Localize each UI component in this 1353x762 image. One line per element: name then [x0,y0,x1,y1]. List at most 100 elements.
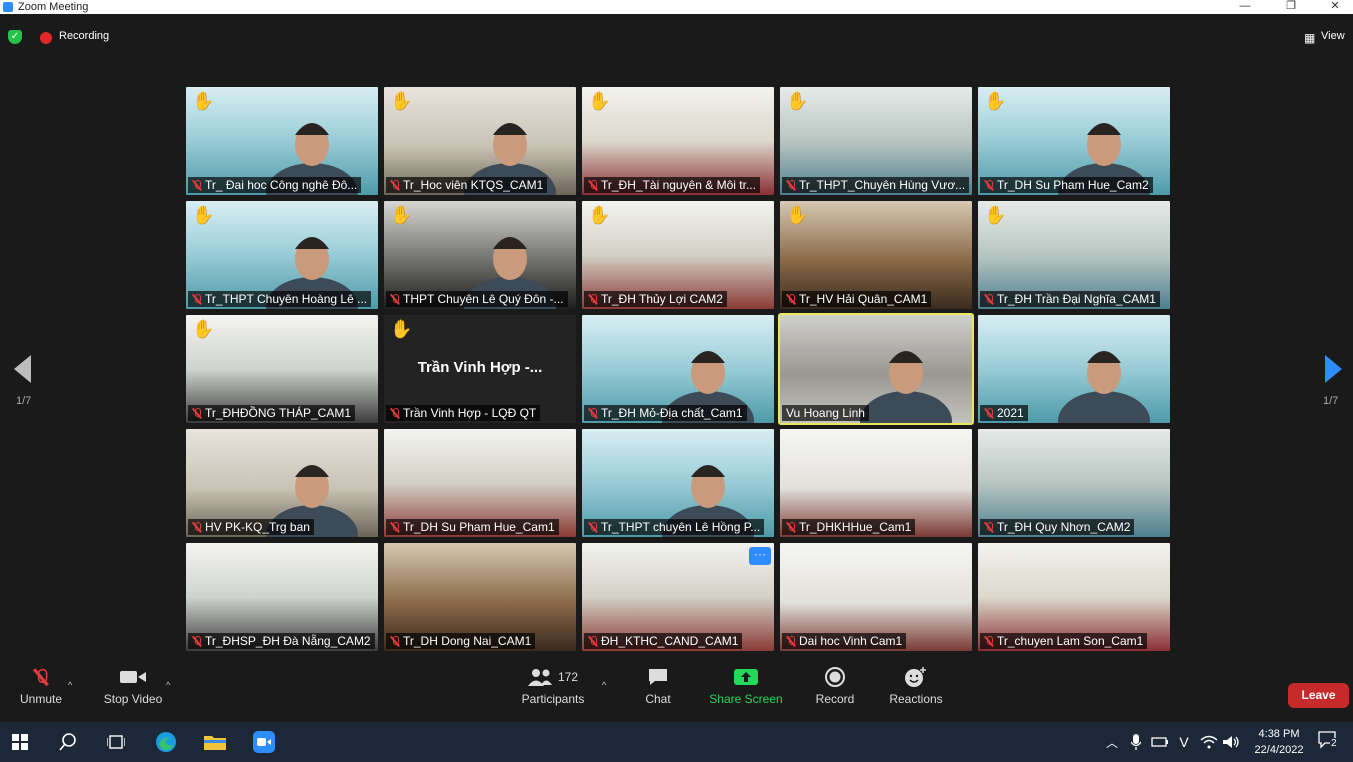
reactions-label: Reactions [889,692,943,706]
audio-options-caret-icon[interactable]: ^ [68,680,72,690]
microphone-icon[interactable] [1124,730,1148,754]
muted-mic-icon [786,635,796,647]
vpn-icon[interactable]: V [1172,730,1196,754]
participant-name-label: HV PK-KQ_Trg ban [188,519,314,535]
raised-hand-icon: ✋ [390,319,413,339]
tile-more-options-button[interactable]: ··· [749,547,771,565]
video-tile[interactable]: Tr_ĐHSP_ĐH Đà Nẵng_CAM2 [186,543,378,651]
video-tile[interactable]: Tr_DH Dong Nai_CAM1 [384,543,576,651]
participants-button[interactable]: 172 Participants [518,662,588,722]
participant-name: Tr_THPT chuyên Lê Hồng P... [601,520,761,534]
zoom-app-icon[interactable] [252,730,276,754]
video-tile[interactable]: ✋ Tr_ĐH_Tài nguyên & Môi tr... [582,87,774,195]
participants-count: 172 [557,670,579,684]
muted-mic-icon [588,179,598,191]
reactions-button[interactable]: Reactions [886,662,946,722]
participant-name-label: Vu Hoang Linh [782,405,869,421]
previous-page-icon[interactable] [14,355,31,383]
recording-label[interactable]: Recording [59,30,109,42]
wifi-icon[interactable] [1197,730,1221,754]
grid-view-icon[interactable]: ▦ [1304,31,1315,45]
video-tile[interactable]: ✋ Tr_THPT_Chuyên Hùng Vươ... [780,87,972,195]
unmute-button[interactable]: Unmute [10,662,72,722]
video-tile[interactable]: Tr_ĐH Mỏ-Địa chất_Cam1 [582,315,774,423]
participants-caret-icon[interactable]: ^ [602,680,606,690]
video-tile[interactable]: ✋ Tr_ĐH Trần Đại Nghĩa_CAM1 [978,201,1170,309]
participant-name: Trần Vinh Hợp - LQĐ QT [403,406,537,420]
share-screen-button[interactable]: Share Screen [708,662,784,722]
show-hidden-icons-icon[interactable]: ︿ [1100,730,1124,754]
video-tile[interactable]: Tr_DH Su Pham Hue_Cam1 [384,429,576,537]
video-tile[interactable]: ✋ Tr_ Đai hoc Công nghê Đô... [186,87,378,195]
participant-name-label: Tr_ĐHSP_ĐH Đà Nẵng_CAM2 [188,633,375,649]
security-shield-icon[interactable]: ✓ [8,30,22,44]
notification-center-icon[interactable]: 2 [1318,731,1340,753]
participant-name-label: Tr_ Đai hoc Công nghê Đô... [188,177,362,193]
video-tile[interactable]: ··· ĐH_KTHC_CAND_CAM1 [582,543,774,651]
stop-video-button[interactable]: Stop Video [100,662,166,722]
participant-name-label: Tr_THPT_Chuyên Hùng Vươ... [782,177,970,193]
file-explorer-icon[interactable] [203,730,227,754]
video-tile[interactable]: ✋ Tr_THPT Chuyên Hoàng Lê ... [186,201,378,309]
participant-name: Tr_DH Su Pham Hue_Cam1 [403,520,555,534]
page-indicator-right: 1/7 [1323,395,1339,407]
participant-name-label: Tr_ĐH Mỏ-Địa chất_Cam1 [584,405,747,421]
video-tile[interactable]: ✋ Tr_ĐHĐỒNG THÁP_CAM1 [186,315,378,423]
muted-mic-icon [390,635,400,647]
video-tile[interactable]: Tr_ĐH Quy Nhơn_CAM2 [978,429,1170,537]
muted-mic-icon [390,293,400,305]
chat-label: Chat [645,692,671,706]
muted-mic-icon [192,521,202,533]
raised-hand-icon: ✋ [192,205,215,225]
video-tile[interactable]: ✋ THPT Chuyên Lê Quý Đôn -... [384,201,576,309]
video-tile[interactable]: ✋ Tr_DH Su Pham Hue_Cam2 [978,87,1170,195]
view-button[interactable]: View [1321,30,1345,42]
edge-browser-icon[interactable] [154,730,178,754]
leave-button[interactable]: Leave [1288,683,1349,708]
volume-icon[interactable] [1220,730,1244,754]
participant-name-label: Dai hoc Vinh Cam1 [782,633,907,649]
maximize-button[interactable]: ❐ [1268,0,1314,12]
windows-start-icon[interactable] [8,730,32,754]
muted-mic-icon [984,293,994,305]
muted-mic-icon [588,635,598,647]
video-options-caret-icon[interactable]: ^ [166,680,170,690]
participant-name: Tr_ Đai hoc Công nghê Đô... [205,178,358,192]
next-page-icon[interactable] [1325,355,1342,383]
chat-button[interactable]: Chat [638,662,678,722]
participant-name: Tr_ĐHSP_ĐH Đà Nẵng_CAM2 [205,634,371,648]
video-tile[interactable]: Vu Hoang Linh [778,313,974,425]
muted-mic-icon [33,668,49,686]
close-button[interactable]: ✕ [1312,0,1353,12]
gallery-stage: 1/7 1/7 ✋ Tr_ Đai hoc Công nghê Đô... ✋ Tr_… [0,60,1353,662]
task-view-icon[interactable] [104,730,128,754]
participant-name-label: Tr_ĐHĐỒNG THÁP_CAM1 [188,405,356,421]
minimize-button[interactable]: — [1222,0,1268,12]
video-tile[interactable]: Tr_THPT chuyên Lê Hồng P... [582,429,774,537]
battery-icon[interactable] [1148,730,1172,754]
recording-dot-icon[interactable] [40,32,52,44]
search-icon[interactable] [56,730,80,754]
video-tile[interactable]: Trần Vinh Hợp -... ✋ Trần Vinh Hợp - LQĐ Q… [384,315,576,423]
clock-time: 4:38 PM [1258,728,1300,740]
video-tile[interactable]: 2021 [978,315,1170,423]
video-tile[interactable]: ✋ Tr_HV Hải Quân_CAM1 [780,201,972,309]
participant-name-label: Trần Vinh Hợp - LQĐ QT [386,405,541,421]
video-tile[interactable]: Tr_chuyen Lam Son_Cam1 [978,543,1170,651]
participant-name: THPT Chuyên Lê Quý Đôn -... [403,292,564,306]
muted-mic-icon [588,521,598,533]
video-tile[interactable]: Tr_DHKHHue_Cam1 [780,429,972,537]
participant-name: Tr_DH Su Pham Hue_Cam2 [997,178,1149,192]
share-screen-icon [734,669,758,685]
record-button[interactable]: Record [812,662,858,722]
video-tile[interactable]: ✋ Tr_ĐH Thủy Lợi CAM2 [582,201,774,309]
participant-name: Tr_THPT_Chuyên Hùng Vươ... [799,178,966,192]
muted-mic-icon [390,521,400,533]
participant-name: Tr_ĐH Thủy Lợi CAM2 [601,292,723,306]
raised-hand-icon: ✋ [192,91,215,111]
muted-mic-icon [786,179,796,191]
video-tile[interactable]: Dai hoc Vinh Cam1 [780,543,972,651]
video-tile[interactable]: ✋ Tr_Hoc viên KTQS_CAM1 [384,87,576,195]
taskbar-clock[interactable]: 4:38 PM 22/4/2022 [1246,726,1312,758]
video-tile[interactable]: HV PK-KQ_Trg ban [186,429,378,537]
